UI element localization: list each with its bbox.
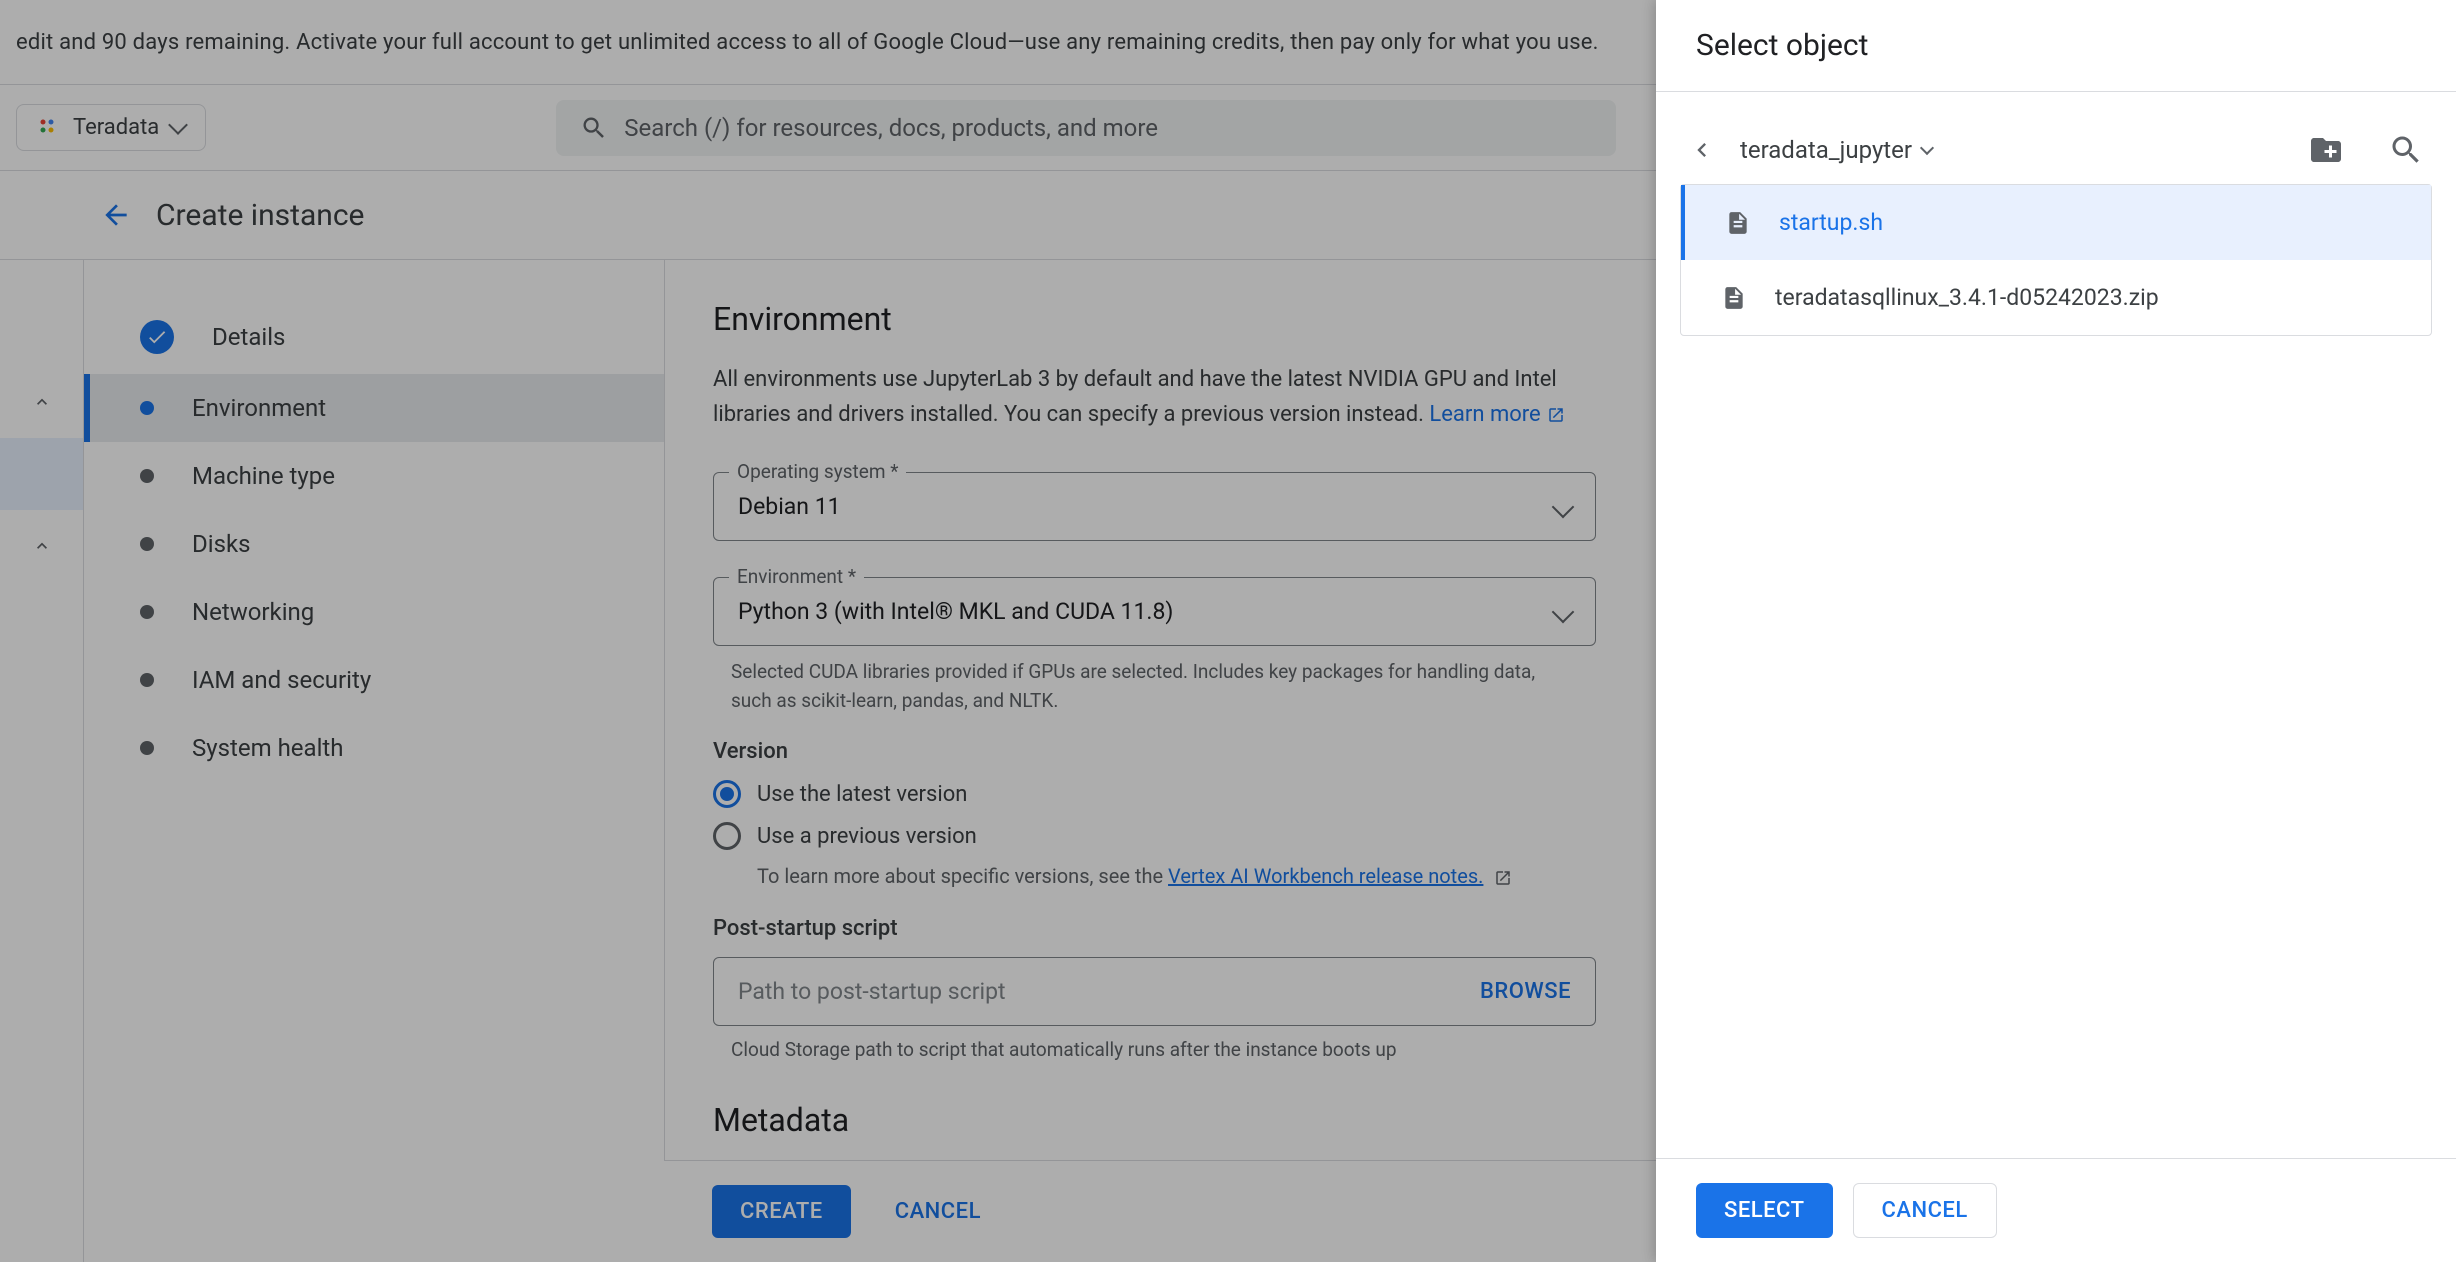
drawer-title: Select object xyxy=(1656,0,2456,92)
breadcrumb-row: teradata_jupyter xyxy=(1668,116,2444,184)
select-button[interactable]: SELECT xyxy=(1696,1183,1833,1238)
file-name: startup.sh xyxy=(1779,209,1883,236)
file-name: teradatasqllinux_3.4.1-d05242023.zip xyxy=(1775,284,2159,311)
file-list: startup.sh teradatasqllinux_3.4.1-d05242… xyxy=(1680,184,2432,336)
dropdown-icon xyxy=(1920,141,1934,155)
back-icon[interactable] xyxy=(1688,136,1716,164)
drawer-cancel-button[interactable]: CANCEL xyxy=(1853,1183,1997,1238)
file-row[interactable]: teradatasqllinux_3.4.1-d05242023.zip xyxy=(1681,260,2431,335)
search-icon[interactable] xyxy=(2388,132,2424,168)
drawer-footer: SELECT CANCEL xyxy=(1656,1158,2456,1262)
location-dropdown[interactable]: teradata_jupyter xyxy=(1740,136,2264,164)
location-name: teradata_jupyter xyxy=(1740,136,1912,164)
select-object-drawer: Select object teradata_jupyter startup.s… xyxy=(1656,0,2456,1262)
new-folder-icon[interactable] xyxy=(2308,132,2344,168)
file-icon xyxy=(1725,210,1751,236)
file-icon xyxy=(1721,285,1747,311)
drawer-body: teradata_jupyter startup.sh teradatasqll… xyxy=(1656,92,2456,1158)
file-row-selected[interactable]: startup.sh xyxy=(1681,185,2431,260)
